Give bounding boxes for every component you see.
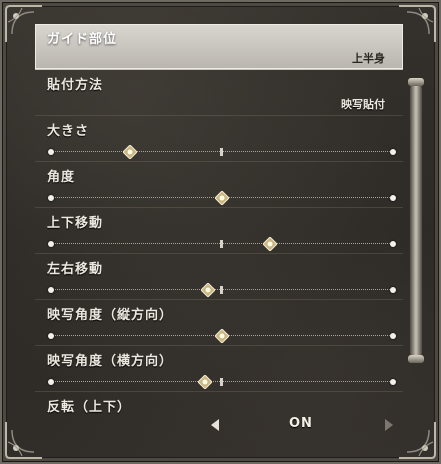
slider-max-dot: [390, 241, 396, 247]
scrollbar-bottom-cap: [408, 355, 424, 363]
setting-label: 角度: [47, 170, 76, 185]
slider-thumb[interactable]: [214, 190, 230, 206]
setting-label: 映写角度（縦方向）: [47, 308, 174, 323]
slider-thumb[interactable]: [261, 236, 278, 252]
setting-label: 上下移動: [47, 216, 104, 231]
horizontal-move-slider[interactable]: [48, 282, 396, 298]
slider-min-dot: [48, 195, 54, 201]
setting-row-guide-part[interactable]: ガイド部位 上半身: [35, 24, 403, 70]
toggle-value: ON: [289, 416, 313, 431]
settings-window: ガイド部位 上半身 貼付方法 映写貼付 大きさ 角度 上下移動 左右移動 映写角…: [0, 0, 441, 464]
setting-label: 大きさ: [47, 124, 90, 139]
slider-min-dot: [48, 333, 54, 339]
scrollbar-thumb[interactable]: [410, 86, 422, 355]
projection-horizontal-slider[interactable]: [48, 374, 396, 390]
scrollbar[interactable]: [408, 78, 424, 363]
slider-center-tick: [220, 378, 223, 386]
slider-max-dot: [390, 333, 396, 339]
arrow-right-icon[interactable]: [385, 419, 393, 431]
slider-thumb[interactable]: [214, 328, 230, 344]
setting-label: 左右移動: [47, 262, 104, 277]
slider-thumb[interactable]: [200, 282, 217, 298]
slider-max-dot: [390, 287, 396, 293]
slider-thumb[interactable]: [122, 144, 138, 160]
slider-min-dot: [48, 287, 54, 293]
setting-row-size[interactable]: 大きさ: [35, 116, 403, 162]
setting-label: ガイド部位: [47, 32, 118, 47]
projection-vertical-slider[interactable]: [48, 328, 396, 344]
setting-row-horizontal-move[interactable]: 左右移動: [35, 254, 403, 300]
setting-label: 貼付方法: [47, 78, 104, 93]
setting-row-attach-method[interactable]: 貼付方法 映写貼付: [35, 70, 403, 116]
ornament-corner-icon: [397, 420, 437, 460]
slider-min-dot: [48, 149, 54, 155]
angle-slider[interactable]: [48, 190, 396, 206]
scrollbar-top-cap: [408, 78, 424, 86]
setting-row-projection-angle-horizontal[interactable]: 映写角度（横方向）: [35, 346, 403, 392]
slider-center-tick: [220, 148, 223, 156]
setting-value: 映写貼付: [341, 98, 385, 111]
arrow-left-icon[interactable]: [211, 419, 219, 431]
settings-list: ガイド部位 上半身 貼付方法 映写貼付 大きさ 角度 上下移動 左右移動 映写角…: [35, 24, 403, 456]
setting-row-angle[interactable]: 角度: [35, 162, 403, 208]
setting-row-flip-vertical[interactable]: 反転（上下） ON: [35, 392, 403, 438]
setting-value: 上半身: [352, 52, 385, 65]
slider-center-tick: [220, 240, 223, 248]
slider-thumb[interactable]: [197, 374, 213, 390]
slider-min-dot: [48, 379, 54, 385]
setting-row-projection-angle-vertical[interactable]: 映写角度（縦方向）: [35, 300, 403, 346]
ornament-corner-icon: [397, 4, 437, 44]
vertical-move-slider[interactable]: [48, 236, 396, 252]
setting-label: 反転（上下）: [47, 400, 132, 415]
slider-center-tick: [220, 286, 223, 294]
slider-min-dot: [48, 241, 54, 247]
size-slider[interactable]: [48, 144, 396, 160]
slider-max-dot: [390, 379, 396, 385]
slider-max-dot: [390, 149, 396, 155]
setting-label: 映写角度（横方向）: [47, 354, 174, 369]
setting-row-vertical-move[interactable]: 上下移動: [35, 208, 403, 254]
slider-max-dot: [390, 195, 396, 201]
